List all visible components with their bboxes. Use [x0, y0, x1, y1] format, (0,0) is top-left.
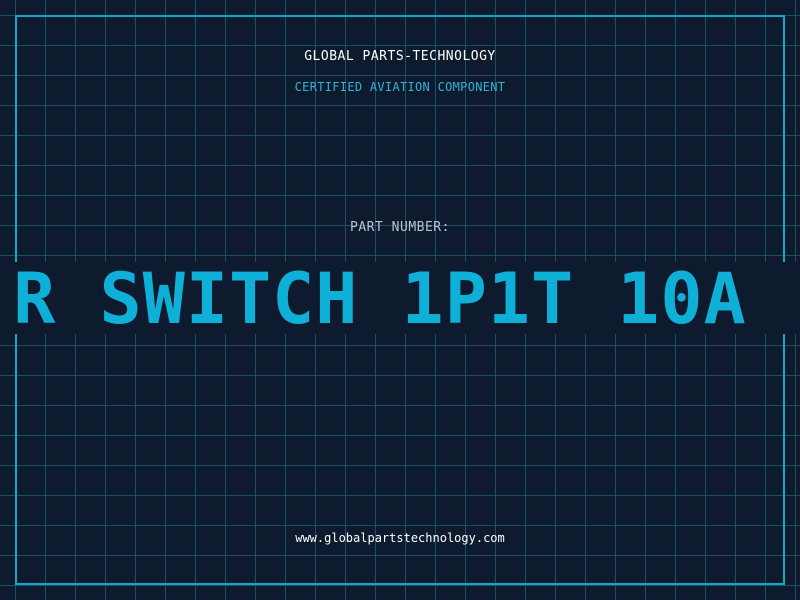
label-card: GLOBAL PARTS-TECHNOLOGY CERTIFIED AVIATI… [0, 0, 800, 600]
certification-tagline: CERTIFIED AVIATION COMPONENT [294, 80, 506, 94]
part-number-band: R SWITCH 1P1T 10A [0, 262, 800, 334]
company-name: GLOBAL PARTS-TECHNOLOGY [304, 49, 496, 64]
part-number-text: R SWITCH 1P1T 10A [13, 262, 747, 334]
website-link[interactable]: www.globalpartstechnology.com [0, 531, 800, 545]
part-number-label: PART NUMBER: [350, 220, 450, 235]
part-number-value: R SWITCH 1P1T 10A [0, 264, 800, 334]
